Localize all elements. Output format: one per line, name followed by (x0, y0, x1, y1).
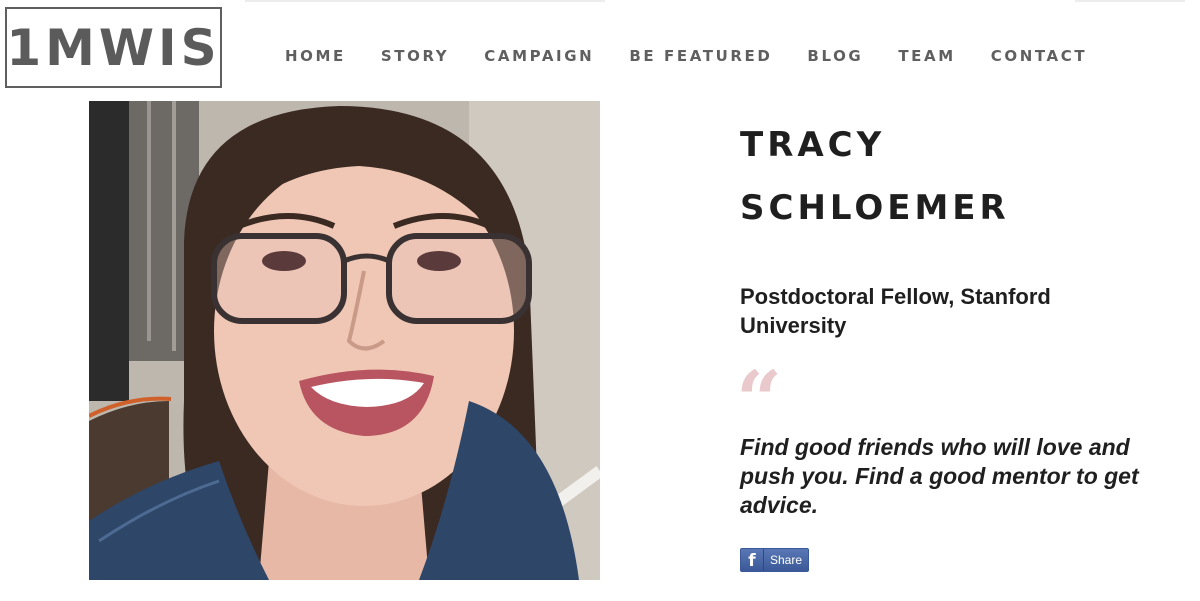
nav-home[interactable]: HOME (285, 47, 346, 65)
profile-quote: Find good friends who will love and push… (740, 434, 1139, 518)
top-divider-left (245, 0, 605, 2)
site-logo[interactable]: 1MWIS (5, 7, 222, 88)
profile-title: Postdoctoral Fellow, Stanford University (740, 284, 1051, 338)
facebook-icon: f (748, 551, 756, 571)
first-name: TRACY (740, 125, 886, 165)
top-divider-right (1075, 0, 1185, 2)
nav-be-featured[interactable]: BE FEATURED (629, 47, 772, 65)
main-nav: HOME STORY CAMPAIGN BE FEATURED BLOG TEA… (285, 47, 1122, 65)
quote-mark-icon: “ (736, 353, 783, 447)
profile-name: TRACY SCHLOEMER (740, 114, 1010, 240)
facebook-share-button[interactable]: f Share (740, 548, 809, 572)
nav-story[interactable]: STORY (381, 47, 449, 65)
nav-campaign[interactable]: CAMPAIGN (484, 47, 594, 65)
nav-contact[interactable]: CONTACT (991, 47, 1087, 65)
nav-blog[interactable]: BLOG (807, 47, 863, 65)
profile-photo (89, 101, 600, 580)
last-name: SCHLOEMER (740, 188, 1010, 228)
nav-team[interactable]: TEAM (898, 47, 955, 65)
share-label: Share (763, 549, 808, 571)
